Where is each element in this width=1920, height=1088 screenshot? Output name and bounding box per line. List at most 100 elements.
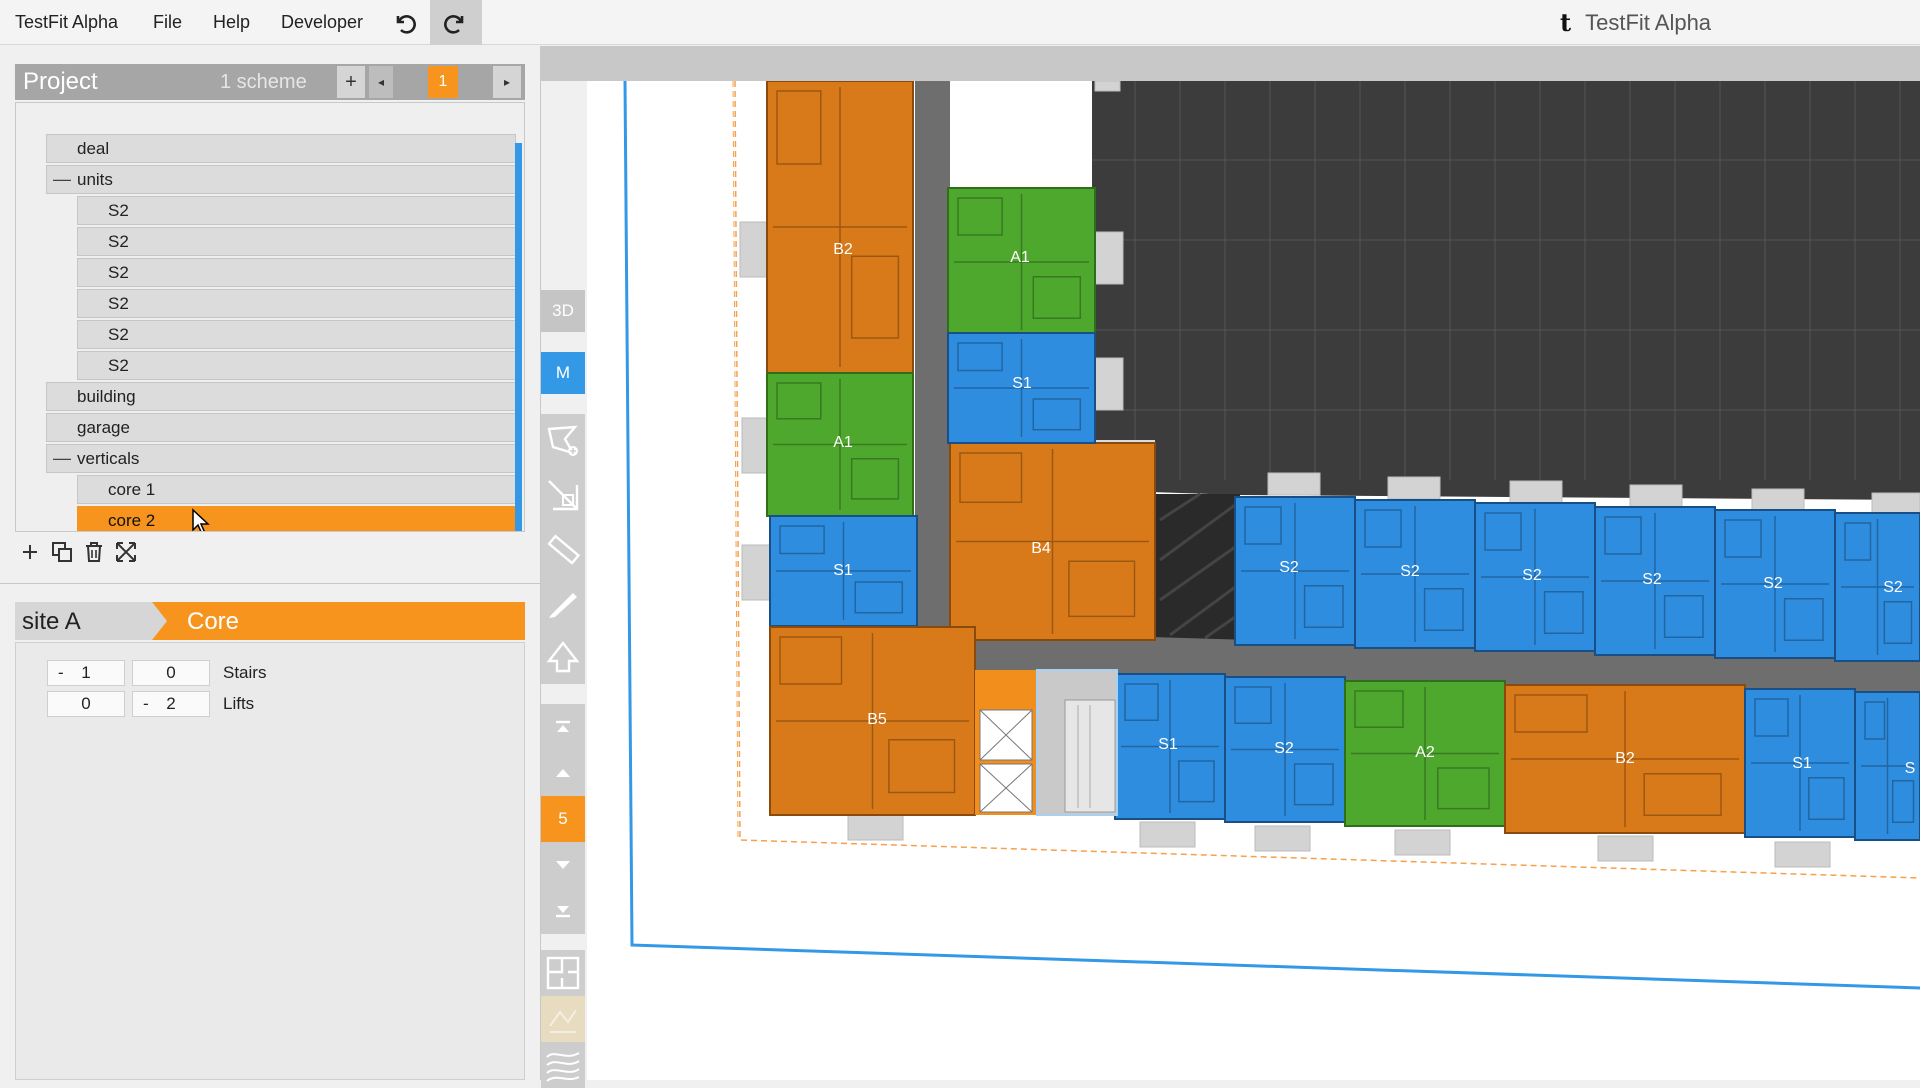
unit-s2[interactable]: S2 [1594, 506, 1716, 656]
measure-ruler-icon[interactable] [545, 531, 581, 567]
tree-item-s2[interactable]: S2 [77, 227, 516, 256]
tree-item-label: S2 [108, 232, 129, 251]
tree-item-garage[interactable]: garage [46, 413, 516, 442]
panel-divider [0, 583, 541, 584]
unit-label: S2 [1522, 567, 1542, 584]
tree-item-label: verticals [77, 449, 140, 468]
unit-b5[interactable]: B5 [769, 626, 976, 816]
lifts-right-stepper[interactable]: - 2 [132, 691, 210, 717]
lifts-label: Lifts [223, 694, 255, 713]
top-floor-icon [556, 720, 570, 732]
undo-button[interactable] [378, 0, 430, 45]
tree-item-verticals[interactable]: — verticals [46, 444, 516, 473]
map-button[interactable] [541, 996, 585, 1042]
unit-s2[interactable]: S2 [1714, 509, 1836, 659]
unit-label: B4 [1031, 540, 1051, 557]
unit-label: S1 [833, 562, 853, 579]
tree-item-units[interactable]: — units [46, 165, 516, 194]
stepper-value: 2 [166, 694, 176, 713]
file-menu[interactable]: File [153, 0, 182, 45]
fit-extents-icon[interactable] [114, 540, 138, 564]
unit-label: A2 [1415, 744, 1435, 761]
unit-label: S2 [1642, 571, 1662, 588]
collapse-icon[interactable]: — [53, 166, 71, 193]
scheme-number[interactable]: 1 [428, 66, 458, 98]
floorplan-button[interactable] [541, 950, 585, 996]
core-2[interactable] [975, 669, 1118, 816]
collapse-icon[interactable]: — [53, 445, 71, 472]
unit-a1[interactable]: A1 [947, 187, 1096, 337]
stairs-left-stepper[interactable]: - 1 [47, 660, 125, 686]
redo-button[interactable] [430, 0, 482, 45]
tree-item-s2[interactable]: S2 [77, 289, 516, 318]
tree-item-building[interactable]: building [46, 382, 516, 411]
unit-s1[interactable]: S1 [947, 332, 1096, 444]
properties-body: - 1 0 Stairs 0 - 2 Lifts [15, 642, 525, 1080]
unit-s1[interactable]: S1 [1744, 688, 1856, 838]
unit-label: S2 [1763, 575, 1783, 592]
app-menu[interactable]: TestFit Alpha [15, 0, 118, 45]
unit-label: B2 [1615, 750, 1635, 767]
tree-item-label: S2 [108, 356, 129, 375]
tree-item-deal[interactable]: deal [46, 134, 516, 163]
tree-scrollbar[interactable] [515, 143, 522, 531]
project-header: Project 1 scheme + ◂ 1 ▸ [15, 64, 525, 100]
unit-label: S1 [1012, 375, 1032, 392]
unit-s[interactable]: S [1854, 691, 1920, 841]
unit-s2[interactable]: S2 [1224, 676, 1346, 823]
pencil-icon[interactable] [545, 585, 581, 621]
bottom-floor-button[interactable] [541, 888, 585, 934]
redo-icon [444, 14, 464, 34]
bottom-floor-icon [556, 906, 570, 918]
core-type-label: Core [187, 608, 240, 635]
unit-b4[interactable]: B4 [949, 442, 1156, 641]
tree-item-core-1[interactable]: core 1 [77, 475, 516, 504]
next-scheme-button[interactable]: ▸ [493, 66, 521, 98]
tree-item-s2[interactable]: S2 [77, 258, 516, 287]
unit-b2[interactable]: B2 [766, 81, 914, 374]
tree-item-core-2[interactable]: core 2 [77, 506, 516, 531]
tree-item-s2[interactable]: S2 [77, 351, 516, 380]
floor-up-button[interactable] [541, 750, 585, 796]
trash-icon[interactable] [82, 540, 106, 564]
drawing-tools-group [541, 414, 585, 684]
duplicate-icon[interactable] [50, 540, 74, 564]
floor-number[interactable]: 5 [541, 796, 585, 842]
draw-edit-icon[interactable] [545, 477, 581, 513]
unit-label: S1 [1792, 755, 1812, 772]
unit-s2[interactable]: S2 [1354, 499, 1476, 649]
topography-button[interactable] [541, 1042, 585, 1088]
unit-s2[interactable]: S2 [1834, 512, 1920, 662]
previous-scheme-button[interactable]: ◂ [369, 66, 393, 98]
tree-item-s2[interactable]: S2 [77, 196, 516, 225]
draw-site-icon[interactable] [545, 423, 581, 459]
tree-item-s2[interactable]: S2 [77, 320, 516, 349]
left-panel: Project 1 scheme + ◂ 1 ▸ deal — units S2 S2 S… [0, 46, 541, 1080]
lifts-left-stepper[interactable]: 0 [47, 691, 125, 717]
unit-label: B5 [867, 711, 887, 728]
top-floor-button[interactable] [541, 704, 585, 750]
unit-s2[interactable]: S2 [1234, 496, 1356, 646]
tree-item-label: deal [77, 139, 110, 158]
unit-b2[interactable]: B2 [1504, 684, 1746, 834]
site-plan[interactable]: B2 A1 S1 A1 B4 S1 B5 S2 S2 S2 S2 S2 S2 S1 S2 A2 B2 S1 S [587, 81, 1920, 1080]
site-tab[interactable]: site A [15, 602, 167, 640]
add-icon[interactable] [18, 540, 42, 564]
stepper-value: 0 [166, 663, 176, 682]
up-arrow-icon[interactable] [545, 639, 581, 675]
unit-s2[interactable]: S2 [1474, 502, 1596, 652]
floor-down-button[interactable] [541, 842, 585, 888]
brand-title: TestFit Alpha [1585, 9, 1712, 35]
mode-m-button[interactable]: M [541, 352, 585, 394]
unit-a2[interactable]: A2 [1344, 680, 1506, 827]
unit-s1[interactable]: S1 [1114, 673, 1226, 820]
help-menu[interactable]: Help [213, 0, 250, 45]
properties-header: site A Core [15, 602, 525, 640]
view-3d-button[interactable]: 3D [541, 290, 585, 332]
developer-menu[interactable]: Developer [281, 0, 363, 45]
unit-s1[interactable]: S1 [769, 515, 918, 627]
stairs-right-stepper[interactable]: 0 [132, 660, 210, 686]
unit-a1[interactable]: A1 [766, 372, 914, 517]
plan-canvas[interactable]: B2 A1 S1 A1 B4 S1 B5 S2 S2 S2 S2 S2 S2 S1 S2 A2 B2 S1 S [587, 81, 1920, 1080]
add-scheme-button[interactable]: + [337, 66, 365, 98]
